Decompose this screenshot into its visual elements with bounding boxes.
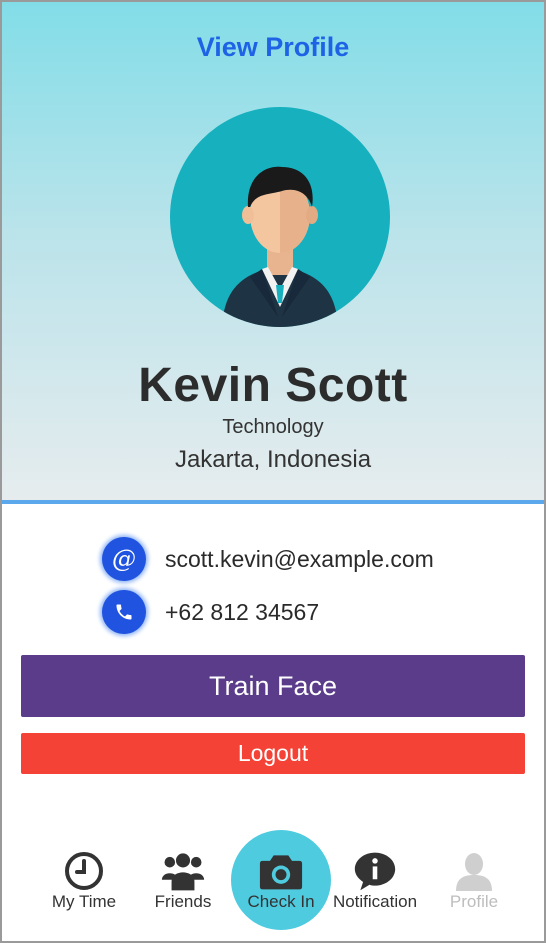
header-divider bbox=[2, 500, 544, 504]
nav-item-my-time[interactable]: My Time bbox=[34, 850, 134, 912]
person-avatar-icon bbox=[222, 166, 338, 327]
nav-label-check-in: Check In bbox=[247, 892, 315, 911]
profile-name: Kevin Scott bbox=[138, 359, 408, 412]
phone-row[interactable]: +62 812 34567 bbox=[102, 589, 319, 635]
phone-icon bbox=[102, 590, 146, 634]
avatar bbox=[170, 107, 390, 327]
logout-button[interactable]: Logout bbox=[21, 733, 525, 774]
email-text: scott.kevin@example.com bbox=[165, 545, 434, 572]
at-icon: @ bbox=[102, 537, 146, 581]
friends-icon bbox=[161, 850, 205, 892]
nav-item-notification[interactable]: Notification bbox=[325, 850, 425, 912]
profile-icon bbox=[452, 850, 496, 892]
phone-text: +62 812 34567 bbox=[165, 598, 320, 625]
profile-location: Jakarta, Indonesia bbox=[174, 446, 372, 473]
nav-label-profile: Profile bbox=[449, 892, 499, 911]
train-face-button[interactable]: Train Face bbox=[21, 655, 525, 717]
nav-label-my-time: My Time bbox=[51, 892, 117, 911]
nav-label-friends: Friends bbox=[154, 892, 212, 911]
page-title: View Profile bbox=[196, 32, 350, 62]
nav-item-friends[interactable]: Friends bbox=[133, 850, 233, 912]
email-row[interactable]: @ scott.kevin@example.com bbox=[102, 536, 434, 582]
nav-item-profile[interactable]: Profile bbox=[424, 850, 524, 912]
nav-label-notification: Notification bbox=[332, 892, 418, 911]
info-icon bbox=[353, 850, 397, 892]
camera-icon bbox=[259, 850, 303, 892]
profile-header: View Profile Kevin Scott Technology Jaka… bbox=[2, 2, 544, 500]
clock-icon bbox=[62, 850, 106, 892]
nav-item-check-in[interactable]: Check In bbox=[231, 850, 331, 912]
app-frame: View Profile Kevin Scott Technology Jaka… bbox=[0, 0, 546, 943]
profile-department: Technology bbox=[222, 416, 324, 438]
